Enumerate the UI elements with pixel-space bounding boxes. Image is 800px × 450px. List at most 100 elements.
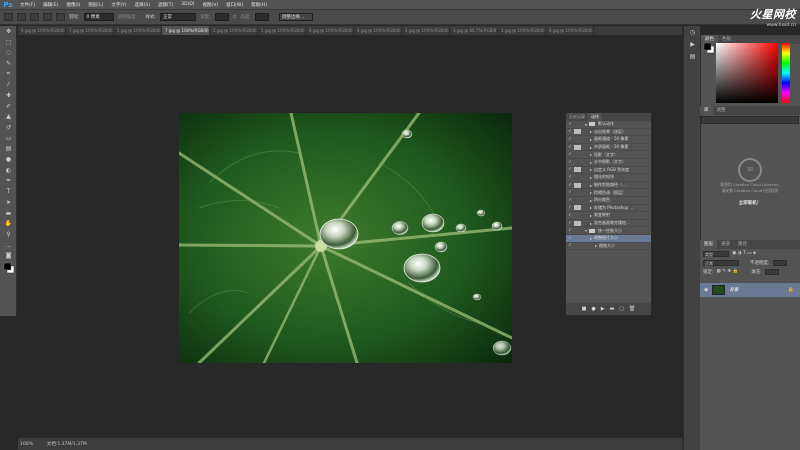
pen-tool-icon[interactable]: ✒ — [0, 176, 17, 187]
checkmark-icon[interactable]: ✓ — [566, 167, 574, 172]
menu-file[interactable]: 文件(F) — [16, 2, 39, 8]
action-row[interactable]: ✓ ▸ 棕褐色调（图层） — [566, 189, 651, 197]
history-brush-tool-icon[interactable]: ↺ — [0, 122, 17, 133]
checkmark-icon[interactable]: ✓ — [566, 198, 574, 203]
dialog-toggle-icon[interactable] — [574, 198, 581, 203]
hand-tool-icon[interactable]: ✋ — [0, 218, 17, 229]
properties-panel-icon[interactable]: ▤ — [684, 50, 701, 62]
tab-actions[interactable]: 动作 — [588, 113, 602, 121]
new-action-icon[interactable]: ▢ — [619, 306, 624, 312]
doc-tab[interactable]: 6.jpg @ 100%(RGB/8) — [306, 26, 354, 35]
dialog-toggle-icon[interactable] — [574, 190, 581, 195]
quick-mask-icon[interactable]: ◙ — [0, 250, 17, 261]
dialog-toggle-icon[interactable] — [574, 220, 581, 226]
dialog-toggle-icon[interactable] — [574, 129, 581, 135]
refine-edge-button[interactable]: 调整边缘... — [278, 13, 313, 21]
doc-tab[interactable]: 9.jpg @ 100%(RGB/8) — [18, 26, 66, 35]
intersect-selection-icon[interactable] — [56, 13, 65, 21]
dialog-toggle-icon[interactable] — [574, 122, 581, 127]
document-info[interactable]: 文档:1.37M/1.37M — [47, 441, 87, 447]
edit-toolbar-icon[interactable]: … — [0, 240, 17, 251]
doc-tab[interactable]: 5.jpg @ 100%(RGB/8) — [258, 26, 306, 35]
action-row[interactable]: ✓ ▸ 淡出效果（选区） — [566, 129, 651, 137]
checkmark-icon[interactable]: ✓ — [566, 183, 574, 188]
brush-tool-icon[interactable]: ✐ — [0, 101, 17, 112]
doc-tab[interactable]: 4.jpg @ 100%(RGB/8) — [354, 26, 402, 35]
action-row[interactable]: ✓ ▸ 图像大小 — [566, 243, 651, 251]
menu-window[interactable]: 窗口(W) — [222, 2, 247, 8]
width-input[interactable] — [214, 13, 229, 21]
tab-history[interactable]: 历史记录 — [566, 113, 588, 121]
blur-tool-icon[interactable]: ● — [0, 154, 17, 165]
checkmark-icon[interactable]: ✓ — [566, 205, 574, 210]
new-selection-icon[interactable] — [17, 13, 26, 21]
history-panel-icon[interactable]: ◷ — [684, 26, 701, 38]
doc-tab[interactable]: 5.jpg @ 100%(RGB/8) — [114, 26, 162, 35]
antialias-checkbox[interactable]: 消除锯齿 — [118, 14, 136, 20]
visibility-eye-icon[interactable]: ◉ — [704, 287, 708, 293]
checkmark-icon[interactable]: ✓ — [566, 236, 574, 241]
dialog-toggle-icon[interactable] — [574, 167, 581, 173]
dialog-toggle-icon[interactable] — [574, 243, 581, 248]
dialog-toggle-icon[interactable] — [574, 160, 581, 165]
dialog-toggle-icon[interactable] — [574, 213, 581, 218]
color-swatch-icon[interactable] — [703, 42, 715, 54]
checkmark-icon[interactable]: ✓ — [566, 243, 574, 248]
menu-select[interactable]: 选择(S) — [131, 2, 154, 8]
height-input[interactable] — [254, 13, 269, 21]
dialog-toggle-icon[interactable] — [574, 205, 581, 211]
checkmark-icon[interactable]: ✓ — [566, 190, 574, 195]
crop-tool-icon[interactable]: ⌗ — [0, 69, 17, 80]
zoom-tool-icon[interactable]: ⚲ — [0, 229, 17, 240]
action-row[interactable]: ✓ ▸ 渐变映射 — [566, 212, 651, 220]
doc-tab[interactable]: 8.jpg @ 100%(RGB/8) — [546, 26, 594, 35]
doc-tab-active[interactable]: 7.jpg @ 100%(RGB/8) — [162, 26, 210, 35]
menu-help[interactable]: 帮助(H) — [247, 2, 271, 8]
fill-input[interactable] — [764, 268, 779, 275]
doc-tab[interactable]: 2.jpg @ 100%(RGB/8) — [402, 26, 450, 35]
checkmark-icon[interactable]: ✓ — [566, 145, 574, 150]
clone-stamp-tool-icon[interactable]: ▲ — [0, 112, 17, 123]
gradient-tool-icon[interactable]: ▤ — [0, 144, 17, 155]
checkmark-icon[interactable]: ✓ — [566, 221, 574, 226]
delete-icon[interactable]: 🗑 — [629, 306, 635, 312]
action-row[interactable]: ✓ ▸ 四分颜色 — [566, 197, 651, 205]
style-select[interactable]: 正常 — [160, 13, 197, 21]
checkmark-icon[interactable]: ✓ — [566, 228, 574, 233]
go-online-link[interactable]: 立即联机！ — [701, 200, 799, 206]
swap-icon[interactable]: ⇄ — [233, 15, 237, 20]
tab-paths[interactable]: 路径 — [734, 240, 751, 249]
tab-adjustments[interactable]: 调整 — [713, 106, 730, 115]
marquee-tool-icon[interactable]: ⬚ — [0, 37, 17, 48]
menu-edit[interactable]: 编辑(E) — [39, 2, 62, 8]
layer-row-background[interactable]: ◉ 背景 🔒 — [700, 283, 800, 297]
path-select-tool-icon[interactable]: ➤ — [0, 197, 17, 208]
checkmark-icon[interactable]: ✓ — [566, 175, 574, 180]
subtract-selection-icon[interactable] — [43, 13, 52, 21]
dialog-toggle-icon[interactable] — [574, 152, 581, 157]
action-row[interactable]: ✓ ▸ 投影（文字） — [566, 151, 651, 159]
doc-tab[interactable]: 1.jpg @ 100%(RGB/8) — [498, 26, 546, 35]
new-set-icon[interactable]: ▬ — [610, 306, 615, 312]
tool-preset-button[interactable] — [4, 13, 13, 21]
tab-channels[interactable]: 通道 — [717, 240, 734, 249]
dialog-toggle-icon[interactable] — [574, 137, 581, 142]
action-row[interactable]: ✓ ▸ 水中倒影（文字） — [566, 159, 651, 167]
action-row[interactable]: ✓ ▸ 混合器画笔克隆绘... — [566, 220, 651, 228]
checkmark-icon[interactable]: ✓ — [566, 152, 574, 157]
action-row[interactable]: ✓ ▸ 木质画框 - 50 像素 — [566, 144, 651, 152]
opacity-input[interactable] — [772, 259, 787, 266]
tab-libraries[interactable]: 库 — [700, 106, 713, 115]
checkmark-icon[interactable]: ✓ — [566, 129, 574, 134]
shape-tool-icon[interactable]: ▬ — [0, 208, 17, 219]
foreground-background-color-icon[interactable] — [3, 262, 15, 274]
stop-icon[interactable]: ■ — [582, 306, 587, 312]
menu-filter[interactable]: 滤镜(T) — [154, 2, 177, 8]
zoom-level[interactable]: 100% — [20, 442, 33, 447]
doc-tab[interactable]: 7.jpg @ 100%(RGB/8) — [66, 26, 114, 35]
feather-input[interactable]: 0 像素 — [83, 13, 114, 21]
layer-kind-select[interactable]: 类型 — [703, 250, 729, 257]
eraser-tool-icon[interactable]: ▭ — [0, 133, 17, 144]
color-picker-field[interactable] — [716, 43, 778, 103]
action-row[interactable]: ✓ ▸ 自定义 RGB 到灰度 — [566, 167, 651, 175]
